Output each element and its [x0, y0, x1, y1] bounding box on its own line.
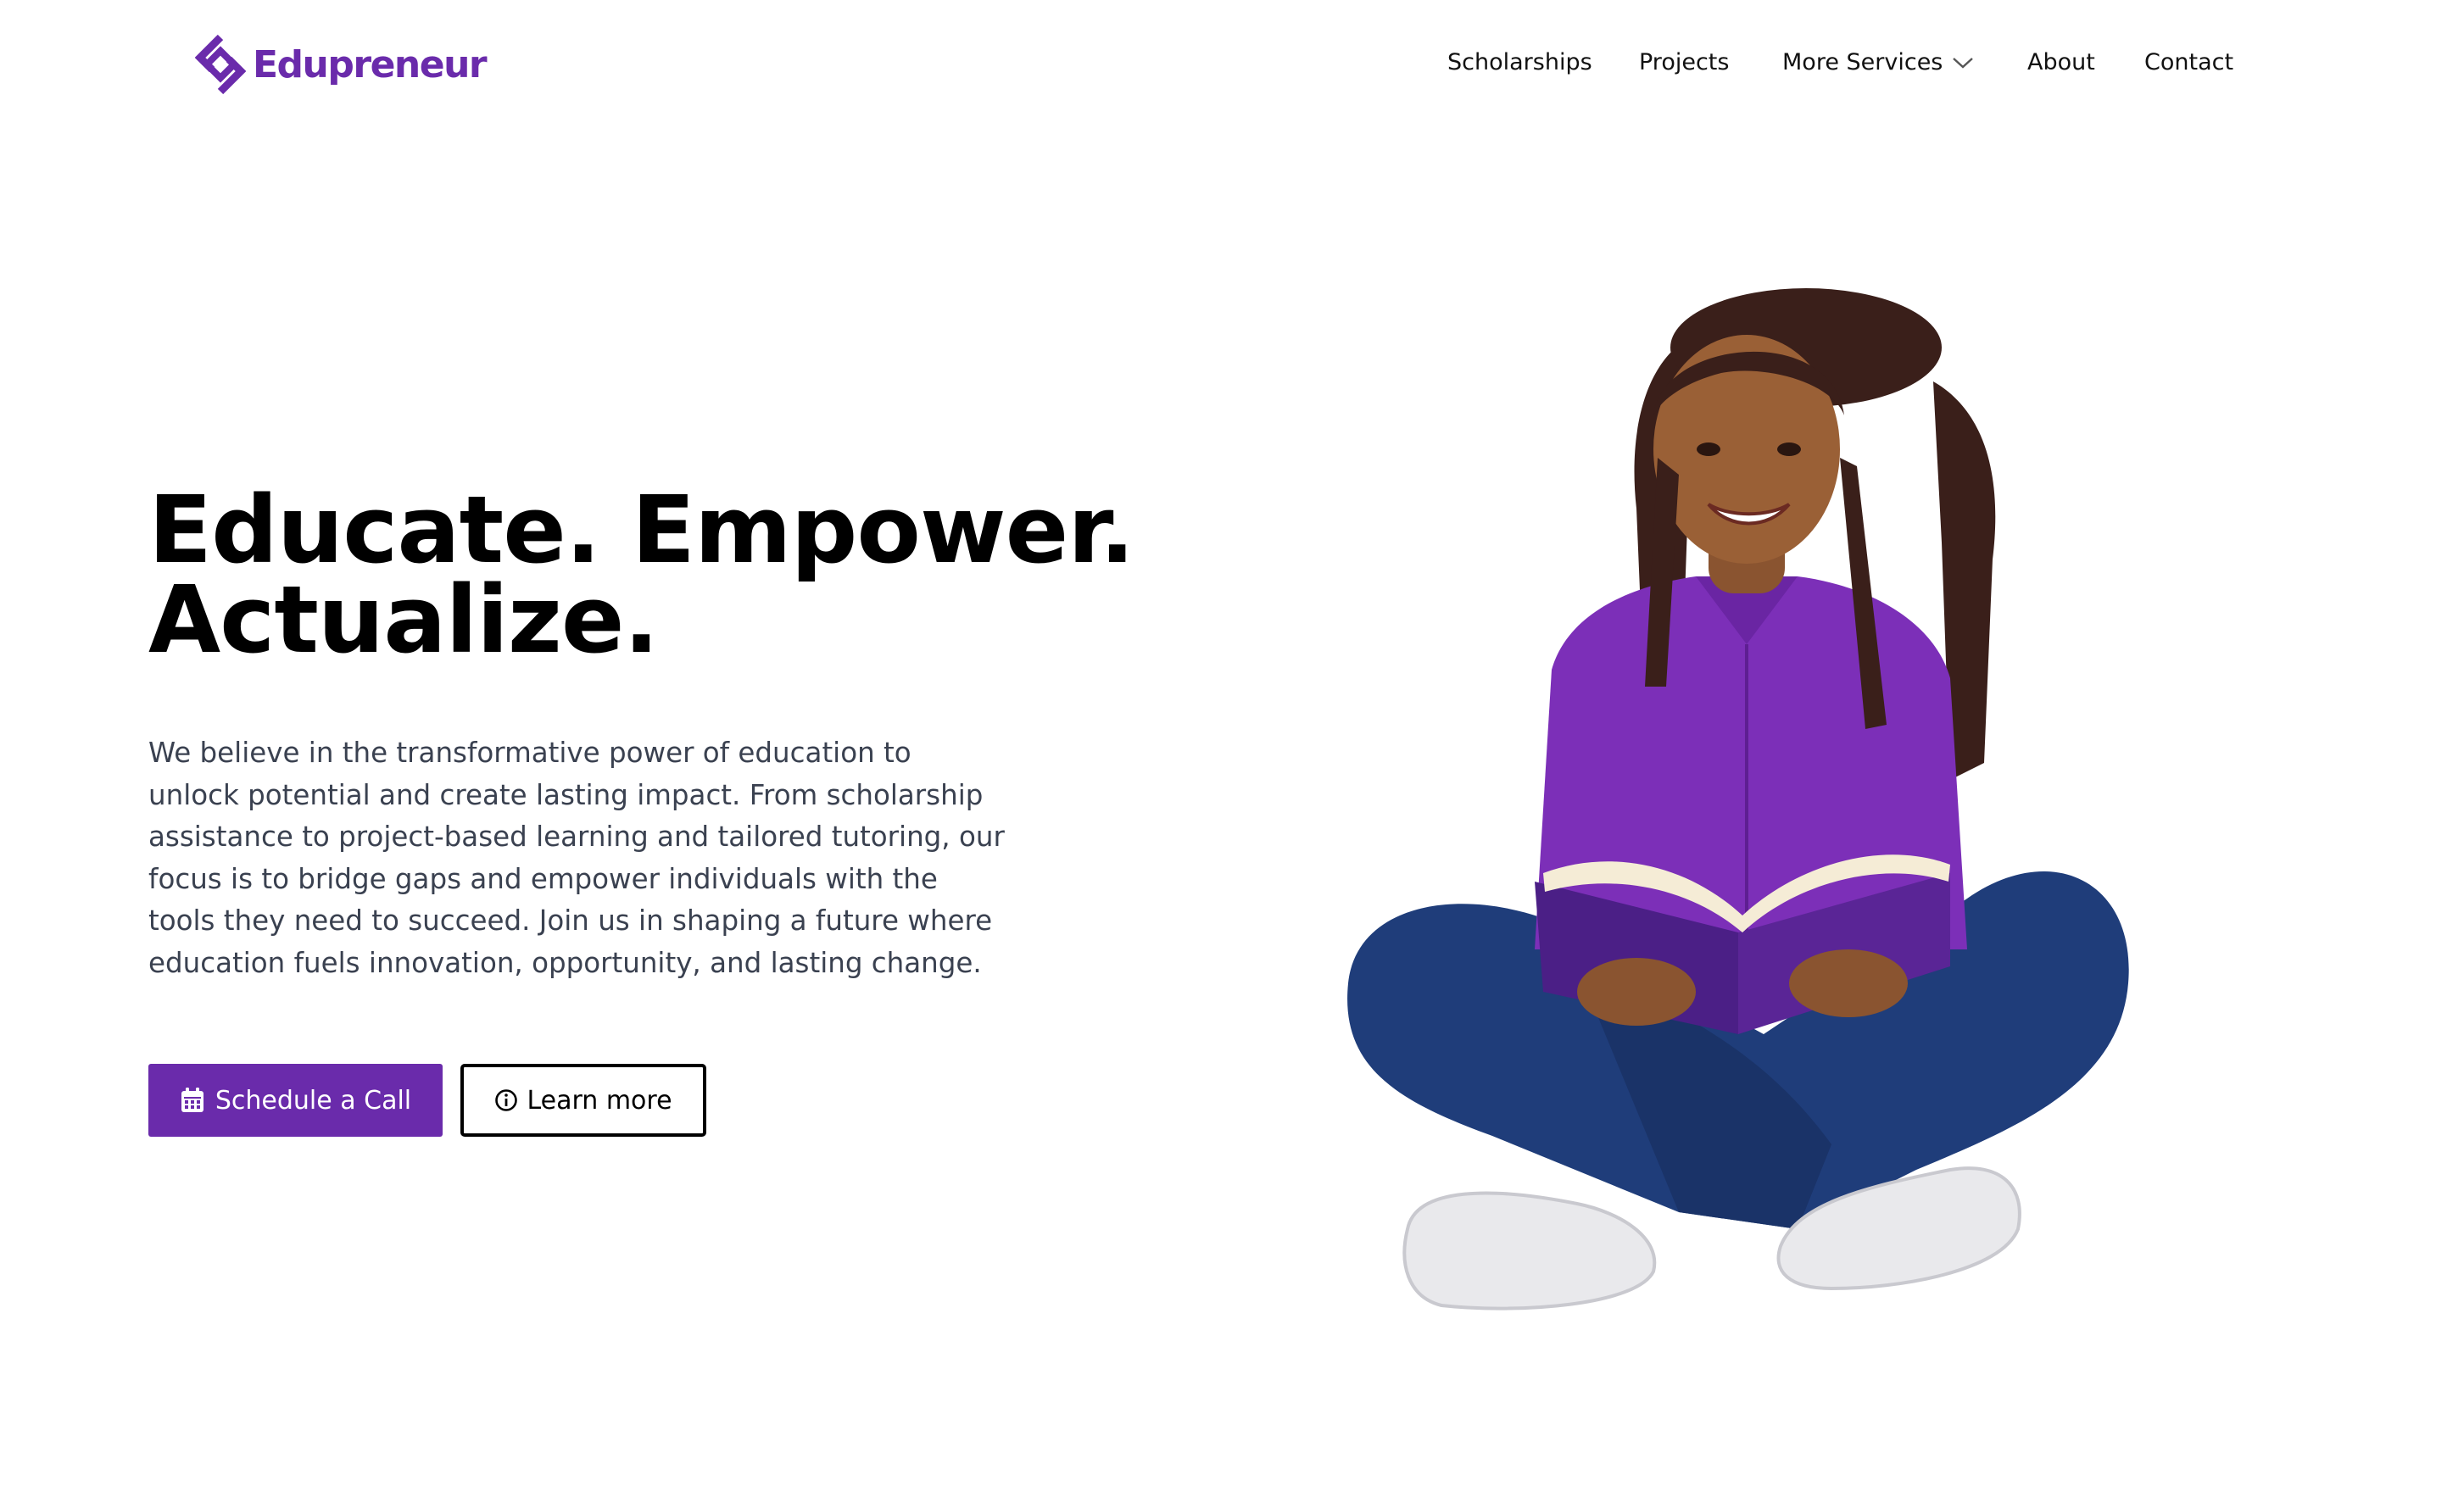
nav-scholarships[interactable]: Scholarships: [1447, 44, 1592, 81]
nav-projects[interactable]: Projects: [1639, 44, 1729, 81]
info-circle-icon: [494, 1088, 518, 1112]
nav-more-services[interactable]: More Services: [1782, 44, 1975, 81]
hero-title-line-2: Actualize.: [148, 565, 659, 674]
nav-contact[interactable]: Contact: [2144, 44, 2233, 81]
chevron-down-icon: [1951, 55, 1975, 70]
schedule-call-label: Schedule a Call: [215, 1085, 412, 1116]
nav-more-services-label: More Services: [1782, 49, 1943, 75]
learn-more-button[interactable]: Learn more: [460, 1064, 706, 1137]
learn-more-label: Learn more: [527, 1085, 672, 1116]
hero-title: Educate. Empower. Actualize.: [148, 476, 1251, 674]
calendar-icon: [180, 1087, 205, 1114]
hero-title-line-1: Educate. Empower.: [148, 476, 1135, 584]
schedule-call-button[interactable]: Schedule a Call: [148, 1064, 443, 1137]
nav-about[interactable]: About: [2027, 44, 2095, 81]
hero-description: We believe in the transformative power o…: [148, 737, 1005, 979]
main-nav: Scholarships Projects More Services Abou…: [0, 44, 2464, 81]
hero-student-illustration: [1323, 288, 2137, 1339]
site-header: Edupreneur Scholarships Projects More Se…: [0, 0, 2464, 127]
